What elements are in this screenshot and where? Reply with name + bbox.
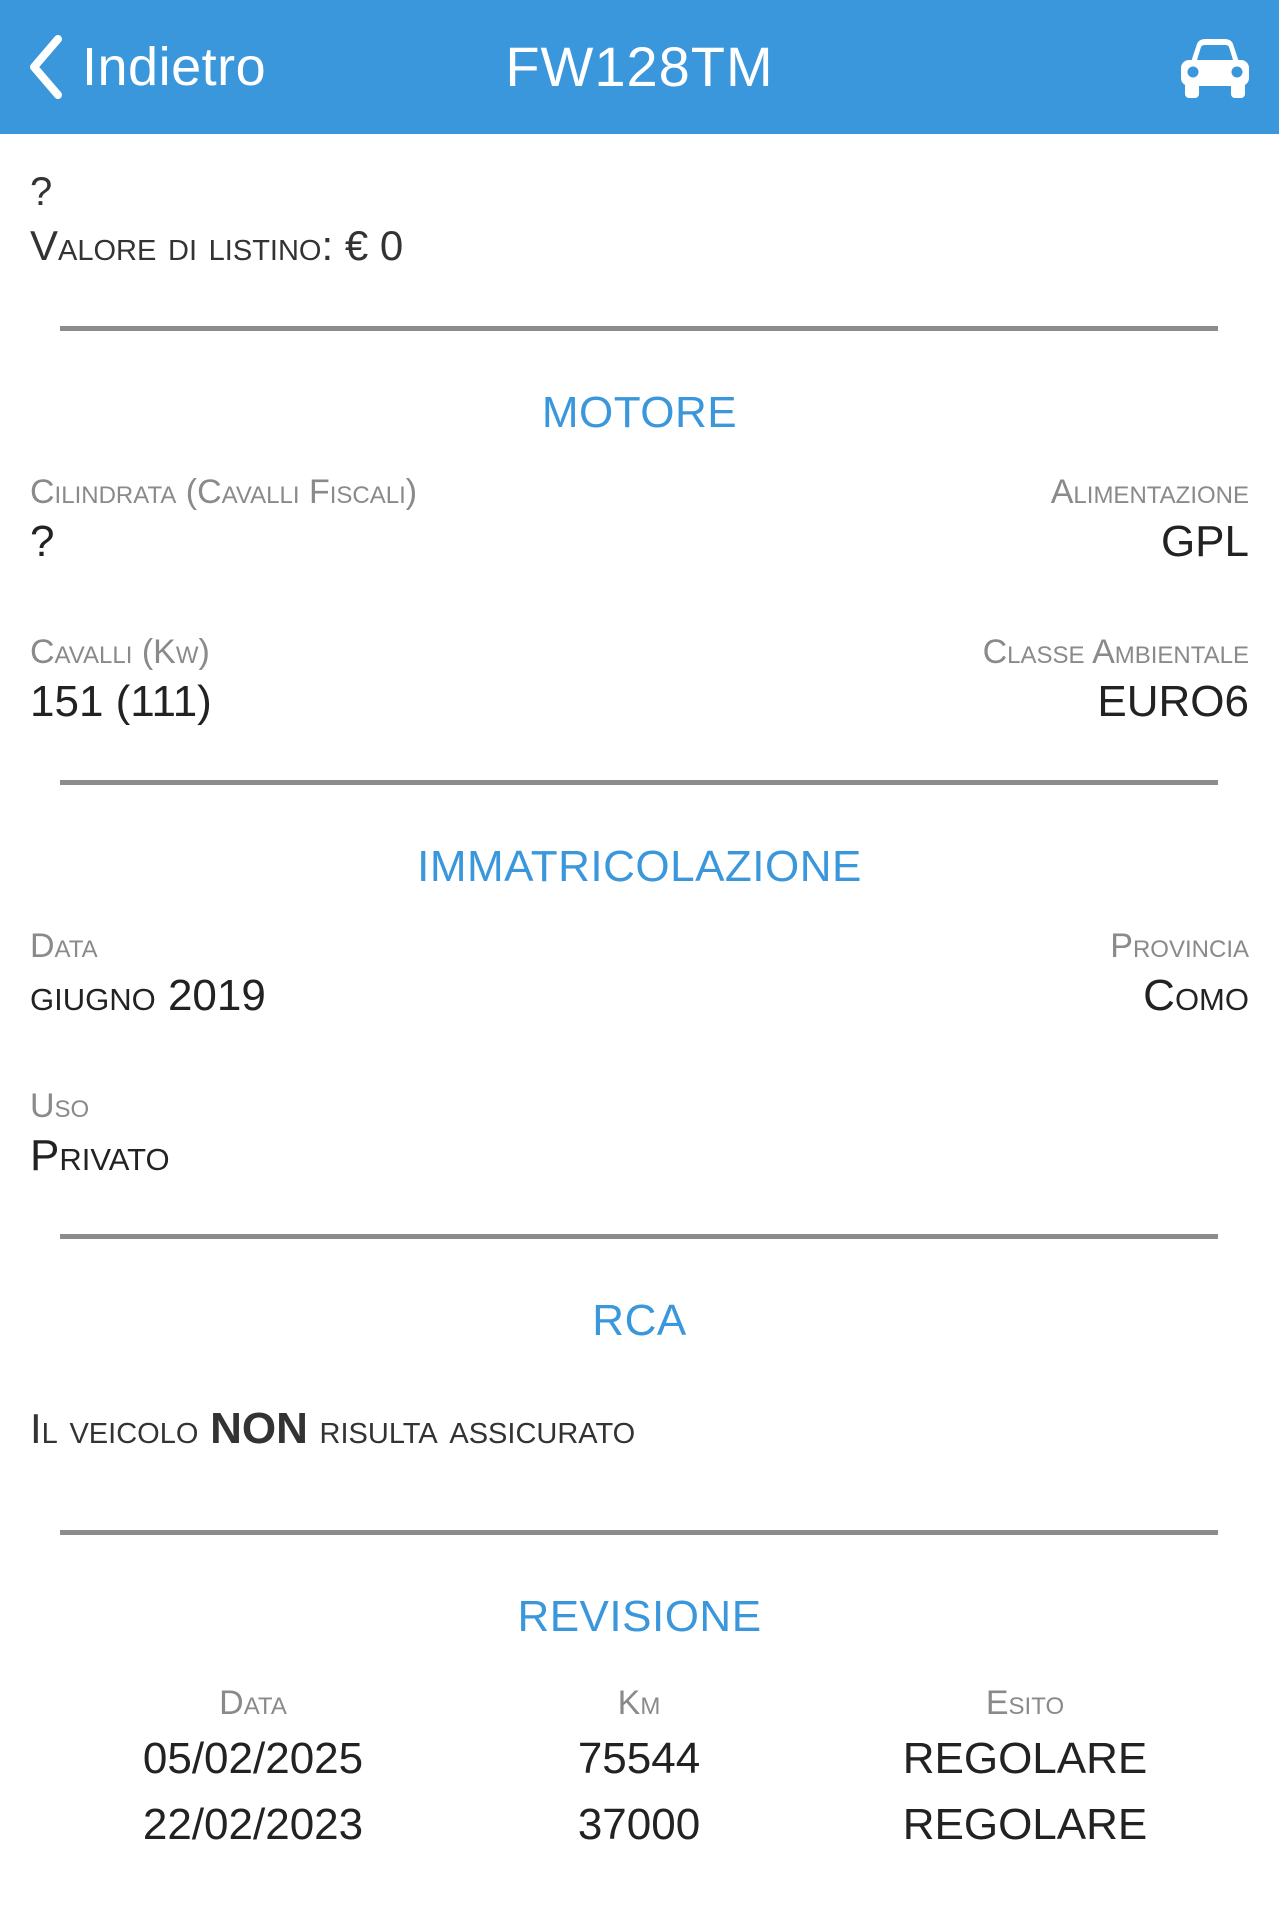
- column-header-esito: Esito: [985, 1684, 1065, 1722]
- section-title-motore: MOTORE: [541, 388, 738, 437]
- cavalli-value: 151 (111): [30, 677, 212, 726]
- rca-text-after: risulta assicurato: [319, 1405, 636, 1452]
- provincia-value: Como: [1143, 971, 1249, 1020]
- revisione-data-cell: 22/02/2023: [142, 1800, 364, 1849]
- navbar: Indietro FW128TM: [0, 0, 1279, 134]
- section-title-immatricolazione: IMMATRICOLAZIONE: [417, 842, 862, 891]
- car-icon: [1177, 39, 1253, 104]
- divider: [60, 780, 1218, 785]
- rca-text-bold: NON: [210, 1404, 308, 1453]
- page-title: FW128TM: [505, 35, 774, 98]
- divider: [60, 1530, 1218, 1535]
- revisione-table: Data Km Esito 05/02/2025 75544 REGOLARE …: [60, 1680, 1218, 1858]
- data-immatricolazione-label: Data: [30, 927, 98, 965]
- cilindrata-field: Cilindrata (Cavalli Fiscali) ?: [30, 472, 417, 568]
- table-header: Data Km Esito: [60, 1680, 1218, 1726]
- table-row: 22/02/2023 37000 REGOLARE: [60, 1792, 1218, 1858]
- divider: [60, 326, 1218, 331]
- classe-ambientale-field: Classe Ambientale EURO6: [983, 632, 1249, 728]
- rca-text-before: Il veicolo: [30, 1405, 199, 1452]
- classe-ambientale-value: EURO6: [1097, 677, 1249, 726]
- cilindrata-label: Cilindrata (Cavalli Fiscali): [30, 473, 418, 511]
- table-row: 05/02/2025 75544 REGOLARE: [60, 1726, 1218, 1792]
- alimentazione-field: Alimentazione GPL: [1051, 472, 1249, 568]
- rca-status-text: Il veicolo NON risulta assicurato: [30, 1404, 635, 1454]
- listino-value: € 0: [344, 222, 404, 269]
- column-header-data: Data: [219, 1684, 287, 1722]
- revisione-km-cell: 75544: [577, 1734, 701, 1783]
- provincia-field: Provincia Como: [1110, 926, 1249, 1022]
- cavalli-field: Cavalli (Kw) 151 (111): [30, 632, 212, 728]
- revisione-data-cell: 05/02/2025: [142, 1734, 364, 1783]
- vehicle-model: ?: [30, 170, 53, 214]
- data-immatricolazione-field: Data giugno 2019: [30, 926, 266, 1022]
- provincia-label: Provincia: [1110, 927, 1249, 965]
- cavalli-label: Cavalli (Kw): [30, 633, 210, 671]
- column-header-km: Km: [617, 1684, 661, 1722]
- cilindrata-value: ?: [30, 517, 55, 566]
- revisione-km-cell: 37000: [577, 1800, 701, 1849]
- car-button[interactable]: [1177, 36, 1253, 105]
- listino-row: Valore di listino: € 0: [30, 222, 403, 270]
- uso-label: Uso: [30, 1087, 90, 1125]
- alimentazione-value: GPL: [1160, 517, 1249, 566]
- listino-label: Valore di listino:: [30, 222, 334, 269]
- data-immatricolazione-value: giugno 2019: [30, 971, 266, 1020]
- revisione-esito-cell: REGOLARE: [902, 1734, 1148, 1783]
- classe-ambientale-label: Classe Ambientale: [982, 633, 1249, 671]
- uso-field: Uso Privato: [30, 1086, 170, 1182]
- section-title-revisione: REVISIONE: [517, 1592, 762, 1641]
- uso-value: Privato: [30, 1131, 170, 1180]
- divider: [60, 1234, 1218, 1239]
- section-title-rca: RCA: [592, 1296, 687, 1345]
- alimentazione-label: Alimentazione: [1050, 473, 1249, 511]
- revisione-esito-cell: REGOLARE: [902, 1800, 1148, 1849]
